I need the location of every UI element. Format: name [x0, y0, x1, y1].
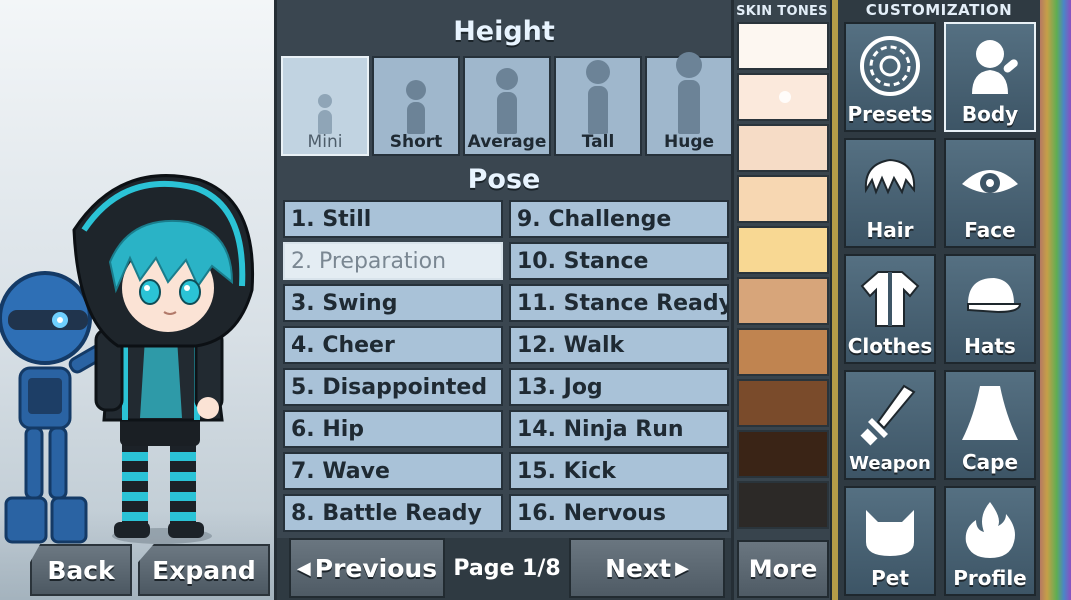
skin-tone-swatch[interactable] [737, 430, 829, 478]
silhouette-icon [676, 52, 702, 134]
pose-item[interactable]: 10. Stance [509, 242, 729, 280]
page-indicator: Page 1/8 [453, 556, 561, 581]
pose-item[interactable]: 15. Kick [509, 452, 729, 490]
next-button[interactable]: Next ▶ [569, 538, 725, 598]
hats-label: Hats [964, 334, 1016, 358]
pose-item[interactable]: 12. Walk [509, 326, 729, 364]
pet-label: Pet [871, 566, 909, 590]
expand-button[interactable]: Expand [138, 544, 270, 596]
customization-inner: CUSTOMIZATION Presets Body Hair Face Clo… [832, 0, 1040, 600]
height-option-tall[interactable]: Tall [554, 56, 642, 156]
previous-button[interactable]: ◀ Previous [289, 538, 445, 598]
face-icon [962, 170, 1018, 193]
height-option-label: Tall [581, 132, 615, 152]
presets-button[interactable]: Presets [844, 22, 936, 132]
height-option-label: Short [389, 132, 443, 152]
pose-item[interactable]: 11. Stance Ready [509, 284, 729, 322]
pose-list: 1. Still 9. Challenge 2. Preparation 10.… [283, 200, 731, 532]
hair-button[interactable]: Hair [844, 138, 936, 248]
height-option-label: Mini [307, 132, 343, 152]
skin-tone-swatch[interactable] [737, 73, 829, 121]
hair-label: Hair [866, 218, 914, 242]
skin-tone-swatch[interactable] [737, 481, 829, 529]
pose-item[interactable]: 16. Nervous [509, 494, 729, 532]
chevron-left-icon: ◀ [296, 557, 311, 579]
hats-icon [967, 278, 1022, 314]
pose-item[interactable]: 4. Cheer [283, 326, 503, 364]
skin-tone-swatch[interactable] [737, 277, 829, 325]
more-button[interactable]: More [737, 540, 829, 598]
pose-item[interactable]: 14. Ninja Run [509, 410, 729, 448]
presets-label: Presets [847, 102, 933, 126]
pose-item[interactable]: 6. Hip [283, 410, 503, 448]
height-options: Mini Short Average Tall Huge [281, 52, 733, 156]
weapon-button[interactable]: Weapon [844, 370, 936, 480]
presets-icon [860, 36, 920, 96]
height-option-huge[interactable]: Huge [645, 52, 733, 156]
clothes-icon [860, 271, 920, 327]
cape-label: Cape [961, 450, 1019, 474]
skin-tones-title: SKIN TONES [736, 4, 828, 19]
cape-button[interactable]: Cape [944, 370, 1036, 480]
silhouette-icon [586, 60, 610, 134]
skin-tone-list [737, 22, 829, 532]
skin-tone-swatch[interactable] [737, 175, 829, 223]
skin-tone-swatch[interactable] [737, 226, 829, 274]
height-option-average[interactable]: Average [463, 56, 551, 156]
character-illustration [0, 174, 255, 544]
character-preview-panel: Back Expand [0, 0, 274, 600]
profile-icon [965, 502, 1015, 558]
hair-icon [864, 158, 916, 195]
pose-item[interactable]: 5. Disappointed [283, 368, 503, 406]
skin-tones-panel: SKIN TONES More [734, 0, 832, 600]
height-option-short[interactable]: Short [372, 56, 460, 156]
skin-tone-swatch[interactable] [737, 22, 829, 70]
pose-item[interactable]: 2. Preparation [283, 242, 503, 280]
pagination-bar: ◀ Previous Page 1/8 Next ▶ [277, 538, 731, 600]
skin-tone-swatch[interactable] [737, 328, 829, 376]
pet-icon [866, 510, 914, 556]
pet-button[interactable]: Pet [844, 486, 936, 596]
customization-panel: CUSTOMIZATION Presets Body Hair Face Clo… [832, 0, 1071, 600]
skin-tone-swatch[interactable] [737, 124, 829, 172]
cape-icon [962, 386, 1018, 440]
profile-label: Profile [953, 566, 1027, 590]
customization-title: CUSTOMIZATION [865, 1, 1013, 19]
height-option-label: Average [467, 132, 547, 152]
silhouette-icon [318, 94, 332, 134]
character-avatar [72, 174, 255, 544]
clothes-button[interactable]: Clothes [844, 254, 936, 364]
pose-item[interactable]: 3. Swing [283, 284, 503, 322]
face-label: Face [964, 218, 1016, 242]
customization-grid: Presets Body Hair Face Clothes Hats Weap… [844, 22, 1036, 596]
next-label: Next [605, 553, 672, 583]
previous-label: Previous [314, 553, 438, 583]
profile-button[interactable]: Profile [944, 486, 1036, 596]
height-title: Height [453, 16, 555, 47]
pose-item[interactable]: 1. Still [283, 200, 503, 238]
weapon-icon [860, 384, 916, 446]
face-button[interactable]: Face [944, 138, 1036, 248]
pose-item[interactable]: 7. Wave [283, 452, 503, 490]
body-button[interactable]: Body [944, 22, 1036, 132]
pose-item[interactable]: 13. Jog [509, 368, 729, 406]
body-icon [972, 40, 1018, 94]
silhouette-icon [496, 68, 518, 134]
chevron-right-icon: ▶ [675, 557, 689, 579]
height-option-label: Huge [663, 132, 715, 152]
pose-item[interactable]: 8. Battle Ready [283, 494, 503, 532]
height-option-mini[interactable]: Mini [281, 56, 369, 156]
back-button[interactable]: Back [30, 544, 132, 596]
pose-title: Pose [467, 164, 541, 195]
body-label: Body [961, 102, 1019, 126]
clothes-label: Clothes [847, 334, 933, 358]
skin-tone-swatch[interactable] [737, 379, 829, 427]
weapon-label: Weapon [849, 453, 931, 474]
hats-button[interactable]: Hats [944, 254, 1036, 364]
options-panel: Height Mini Short Average Tall Huge Pose… [274, 0, 734, 600]
silhouette-icon [406, 80, 426, 134]
pose-item[interactable]: 9. Challenge [509, 200, 729, 238]
